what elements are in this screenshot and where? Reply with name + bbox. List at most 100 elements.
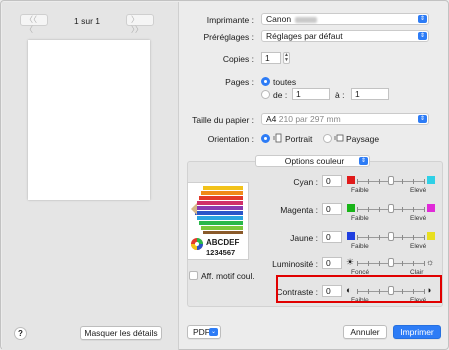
- yellow-label: Jaune :: [290, 233, 318, 243]
- chevron-down-icon: ⌄: [209, 328, 218, 336]
- orientation-landscape-radio[interactable]: [323, 134, 332, 143]
- section-select[interactable]: Options couleur ⇕: [255, 155, 370, 167]
- pages-from-label: de :: [273, 90, 288, 100]
- magenta-slider-tick: [402, 207, 403, 212]
- paper-dimensions: 210 par 297 mm: [278, 114, 341, 124]
- magenta-value-input[interactable]: 0: [322, 203, 342, 215]
- yellow-slider-tick: [424, 235, 425, 240]
- brightness-slider-tick: [368, 261, 369, 266]
- cyan-label: Cyan :: [293, 177, 318, 187]
- yellow-slider-tick: [357, 235, 358, 240]
- sun-light-icon: ☼: [426, 257, 435, 267]
- yellow-slider-tick: [402, 235, 403, 240]
- brightness-slider-tick: [402, 261, 403, 266]
- yellow-slider-tick: [368, 235, 369, 240]
- page-preview: [28, 40, 150, 200]
- pages-range-radio[interactable]: [261, 90, 270, 99]
- cyan-slider-thumb[interactable]: [388, 176, 394, 185]
- preview-pane: 〈〈 〈 1 sur 1 〉 〉〉 ? Masquer les détails: [2, 2, 179, 350]
- magenta-slider-tick: [413, 207, 414, 212]
- orientation-portrait-label: Portrait: [285, 134, 313, 144]
- magenta-slider-tick: [368, 207, 369, 212]
- landscape-icon: [334, 134, 344, 142]
- presets-label: Préréglages :: [203, 32, 254, 42]
- copies-input[interactable]: 1: [261, 52, 281, 64]
- pages-to-input[interactable]: 1: [351, 88, 389, 100]
- sample-text-letters: ABCDEF: [206, 238, 240, 247]
- yellow-low-label: Faible: [351, 243, 369, 250]
- chevron-updown-icon: ⇕: [359, 157, 368, 165]
- presets-value: Réglages par défaut: [266, 31, 343, 41]
- yellow-slider-thumb[interactable]: [388, 232, 394, 241]
- color-sample-image: ABCDEF 1234567: [187, 182, 249, 260]
- printer-select[interactable]: Canon ⇕: [261, 13, 429, 25]
- section-value: Options couleur: [284, 156, 345, 166]
- next-page-button[interactable]: 〉 〉〉: [126, 14, 154, 34]
- cyan-slider-tick: [357, 179, 358, 184]
- sample-text-digits: 1234567: [206, 248, 236, 257]
- pages-to-label: à :: [335, 90, 345, 100]
- pdf-label: PDF: [193, 327, 210, 337]
- chevron-updown-icon: ⇕: [418, 15, 427, 23]
- print-button[interactable]: Imprimer: [393, 325, 441, 339]
- presets-select[interactable]: Réglages par défaut ⇕: [261, 30, 429, 42]
- magenta-low-label: Faible: [351, 215, 369, 222]
- orientation-landscape-label: Paysage: [346, 134, 380, 144]
- previous-page-button[interactable]: 〈〈 〈: [20, 14, 48, 34]
- yellow-slider-tick: [379, 235, 380, 240]
- brightness-slider-thumb[interactable]: [388, 258, 394, 267]
- pages-label: Pages :: [225, 77, 254, 87]
- brightness-slider-tick: [413, 261, 414, 266]
- chevron-updown-icon: ⇕: [418, 115, 427, 123]
- cyan-low-label: Faible: [351, 187, 369, 194]
- yellow-slider-tick: [413, 235, 414, 240]
- paper-size-label: Taille du papier :: [192, 115, 254, 125]
- magenta-slider-tick: [424, 207, 425, 212]
- cyan-value-input[interactable]: 0: [322, 175, 342, 187]
- magenta-high-swatch: [427, 204, 435, 212]
- sun-dark-icon: ☀: [346, 257, 355, 267]
- help-button[interactable]: ?: [14, 327, 27, 340]
- magenta-slider-thumb[interactable]: [388, 204, 394, 213]
- cyan-slider-tick: [368, 179, 369, 184]
- pages-from-input[interactable]: 1: [292, 88, 330, 100]
- yellow-high-label: Elevé: [410, 243, 427, 250]
- pdf-menu-button[interactable]: PDF ⌄: [187, 325, 221, 339]
- magenta-label: Magenta :: [280, 205, 318, 215]
- redacted-model: [295, 16, 318, 23]
- hide-details-button[interactable]: Masquer les détails: [80, 326, 162, 340]
- cyan-slider-tick: [413, 179, 414, 184]
- cancel-button[interactable]: Annuler: [343, 325, 387, 339]
- cyan-high-swatch: [427, 176, 435, 184]
- magenta-low-swatch: [347, 204, 355, 212]
- orientation-portrait-radio[interactable]: [261, 134, 270, 143]
- yellow-high-swatch: [427, 232, 435, 240]
- show-pattern-checkbox[interactable]: [189, 271, 198, 280]
- copies-stepper[interactable]: ▲ ▼: [283, 52, 290, 64]
- yellow-value-input[interactable]: 0: [322, 231, 342, 243]
- yellow-low-swatch: [347, 232, 355, 240]
- brightness-value-input[interactable]: 0: [322, 257, 342, 269]
- cyan-high-label: Elevé: [410, 187, 427, 194]
- cyan-slider-tick: [424, 179, 425, 184]
- magenta-slider-tick: [357, 207, 358, 212]
- magenta-high-label: Elevé: [410, 215, 427, 222]
- brightness-slider-tick: [357, 261, 358, 266]
- print-dialog: 〈〈 〈 1 sur 1 〉 〉〉 ? Masquer les détails …: [0, 0, 449, 350]
- paper-size-select[interactable]: A4 210 par 297 mm ⇕: [261, 113, 429, 125]
- color-wheel-icon: [191, 238, 203, 250]
- pages-all-radio[interactable]: [261, 77, 270, 86]
- cyan-slider-tick: [402, 179, 403, 184]
- orientation-label: Orientation :: [207, 134, 254, 144]
- brightness-label: Luminosité :: [272, 259, 318, 269]
- show-pattern-label: Aff. motif coul.: [201, 271, 255, 281]
- brightness-slider-tick: [424, 261, 425, 266]
- brightness-slider-tick: [379, 261, 380, 266]
- copies-label: Copies :: [222, 54, 254, 64]
- contrast-highlight-box: [276, 275, 442, 303]
- printer-label: Imprimante :: [206, 15, 254, 25]
- portrait-icon: [273, 133, 282, 143]
- chevron-updown-icon: ⇕: [418, 32, 427, 40]
- pages-all-label: toutes: [273, 77, 297, 87]
- cyan-low-swatch: [347, 176, 355, 184]
